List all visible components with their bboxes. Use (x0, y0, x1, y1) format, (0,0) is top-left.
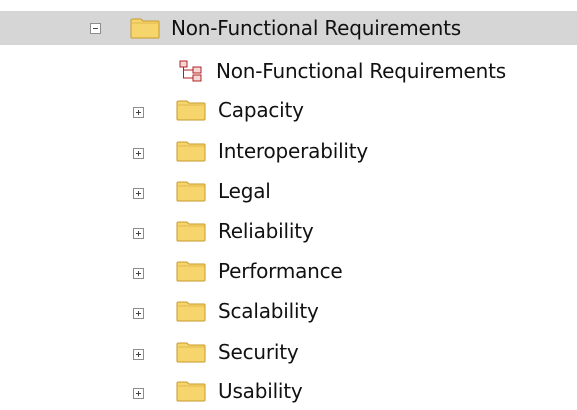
tree-item-label: Security (218, 340, 299, 364)
expand-icon[interactable] (133, 188, 144, 199)
tree-item-label: Interoperability (218, 139, 369, 163)
collapse-icon[interactable] (90, 23, 101, 34)
tree-row-scalability[interactable]: Scalability (0, 296, 577, 330)
tree-item-label: Reliability (218, 219, 314, 243)
tree-item-label: Capacity (218, 98, 304, 122)
expand-icon[interactable] (133, 148, 144, 159)
expand-icon[interactable] (133, 107, 144, 118)
tree-row-diagram[interactable]: Non-Functional Requirements (0, 55, 577, 89)
expand-icon[interactable] (133, 228, 144, 239)
expand-icon[interactable] (133, 268, 144, 279)
tree-row-interoperability[interactable]: Interoperability (0, 136, 577, 170)
tree-item-label: Non-Functional Requirements (171, 16, 461, 40)
tree-item-label: Performance (218, 259, 343, 283)
tree-row-reliability[interactable]: Reliability (0, 216, 577, 250)
tree-row-legal[interactable]: Legal (0, 176, 577, 210)
tree-row-usability[interactable]: Usability (0, 376, 577, 410)
folder-icon (176, 219, 206, 242)
folder-icon (176, 98, 206, 121)
tree-row-non-functional-requirements[interactable]: Non-Functional Requirements (0, 11, 577, 45)
tree-row-security[interactable]: Security (0, 337, 577, 371)
folder-icon (176, 299, 206, 322)
diagram-icon (178, 59, 204, 83)
tree-item-label: Non-Functional Requirements (216, 59, 506, 83)
folder-icon (176, 340, 206, 363)
tree-item-label: Scalability (218, 299, 319, 323)
tree-row-capacity[interactable]: Capacity (0, 95, 577, 129)
tree-item-label: Usability (218, 379, 303, 403)
expand-icon[interactable] (133, 388, 144, 399)
tree-row-performance[interactable]: Performance (0, 256, 577, 290)
folder-icon (176, 259, 206, 282)
folder-icon (176, 139, 206, 162)
folder-icon (176, 179, 206, 202)
folder-icon (176, 379, 206, 402)
expand-icon[interactable] (133, 308, 144, 319)
folder-icon (130, 16, 160, 39)
project-browser-tree: Non-Functional Requirements Non-Function… (0, 0, 577, 410)
tree-item-label: Legal (218, 179, 271, 203)
expand-icon[interactable] (133, 349, 144, 360)
